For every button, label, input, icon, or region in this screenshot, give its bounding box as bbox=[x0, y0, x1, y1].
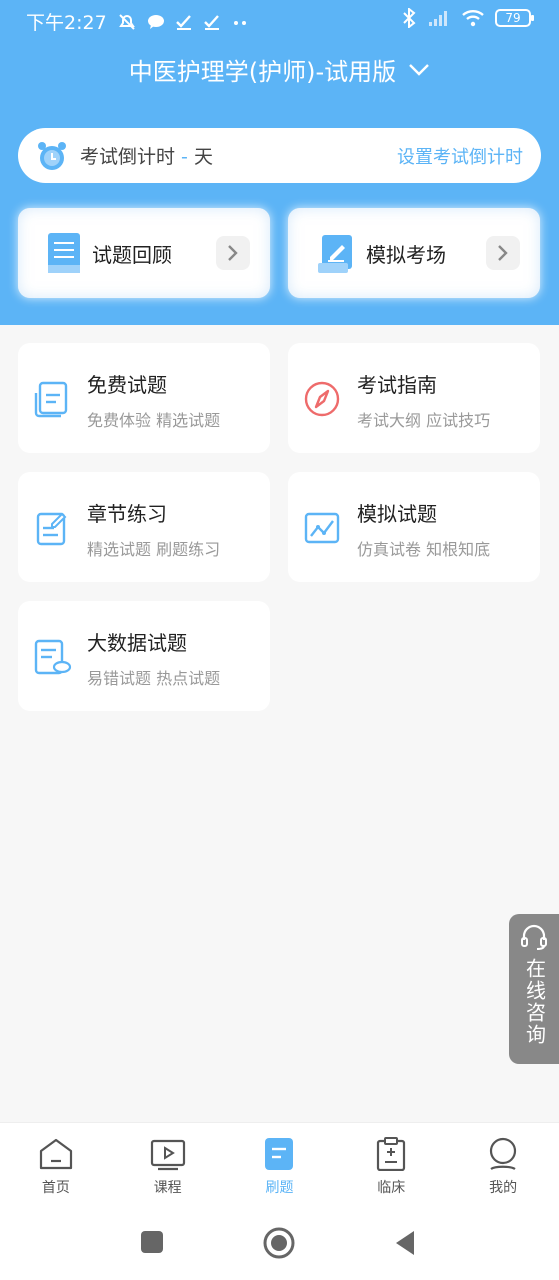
mock-exam-label: 模拟考场 bbox=[366, 242, 446, 267]
home-button-icon[interactable] bbox=[263, 1227, 295, 1259]
nav-courses[interactable]: 课程 bbox=[112, 1123, 224, 1206]
chat-icon bbox=[147, 14, 164, 29]
module-title: 考试指南 bbox=[357, 373, 437, 397]
mute-icon bbox=[118, 13, 135, 30]
module-big-data-questions[interactable]: 大数据试题 易错试题 热点试题 bbox=[18, 601, 270, 711]
module-subtitle: 精选试题 刷题练习 bbox=[87, 540, 221, 559]
review-questions-card[interactable]: 试题回顾 bbox=[18, 208, 270, 298]
video-play-icon bbox=[150, 1139, 185, 1171]
check-icon bbox=[203, 14, 219, 30]
countdown-label: 考试倒计时 - 天 bbox=[80, 142, 213, 169]
data-document-icon bbox=[34, 639, 72, 675]
module-exam-guide[interactable]: 考试指南 考试大纲 应试技巧 bbox=[288, 343, 540, 453]
countdown-text: 考试倒计时 bbox=[80, 146, 176, 168]
nav-profile-label: 我的 bbox=[489, 1180, 518, 1196]
recent-apps-icon[interactable] bbox=[140, 1230, 164, 1254]
countdown-days: - bbox=[175, 146, 194, 168]
module-chapter-practice[interactable]: 章节练习 精选试题 刷题练习 bbox=[18, 472, 270, 582]
module-title: 免费试题 bbox=[87, 373, 167, 397]
module-title: 模拟试题 bbox=[357, 502, 437, 526]
check-icon bbox=[175, 14, 191, 30]
nav-profile[interactable]: 我的 bbox=[447, 1123, 559, 1206]
module-subtitle: 免费体验 精选试题 bbox=[87, 411, 221, 430]
more-dots-icon bbox=[233, 20, 246, 25]
bottom-nav: 首页 课程 刷题 临床 我的 bbox=[0, 1122, 559, 1206]
set-countdown-link[interactable]: 设置考试倒计时 bbox=[397, 143, 523, 169]
wifi-icon bbox=[462, 10, 484, 27]
module-subtitle: 易错试题 热点试题 bbox=[87, 669, 221, 688]
nav-home[interactable]: 首页 bbox=[0, 1123, 112, 1206]
nav-courses-label: 课程 bbox=[153, 1180, 182, 1196]
clipboard-icon bbox=[377, 1137, 406, 1171]
status-bar: 下午2:27 79 bbox=[0, 0, 559, 40]
signal-icon bbox=[429, 11, 447, 26]
exam-countdown-bar: 考试倒计时 - 天 设置考试倒计时 bbox=[18, 128, 541, 183]
nav-practice[interactable]: 刷题 bbox=[224, 1123, 336, 1206]
edit-document-icon bbox=[36, 512, 67, 546]
header: 下午2:27 79 中医护理学(护师)-试用版 考试倒计时 - 天 设置考试倒计… bbox=[0, 0, 559, 325]
nav-clinical-label: 临床 bbox=[377, 1180, 406, 1196]
bluetooth-icon bbox=[403, 8, 416, 28]
back-icon[interactable] bbox=[394, 1230, 416, 1256]
module-subtitle: 仿真试卷 知根知底 bbox=[357, 540, 491, 559]
practice-icon bbox=[265, 1138, 294, 1170]
user-icon bbox=[489, 1137, 517, 1170]
document-icon bbox=[34, 381, 68, 418]
module-subtitle: 考试大纲 应试技巧 bbox=[357, 411, 491, 430]
compass-icon bbox=[304, 381, 340, 417]
system-nav-bar bbox=[0, 1206, 559, 1280]
battery-indicator: 79 bbox=[495, 9, 534, 27]
pen-paper-icon bbox=[318, 235, 352, 273]
review-questions-label: 试题回顾 bbox=[92, 242, 172, 267]
chevron-right-icon bbox=[216, 236, 250, 270]
chevron-down-icon bbox=[409, 63, 430, 76]
module-free-questions[interactable]: 免费试题 免费体验 精选试题 bbox=[18, 343, 270, 453]
document-list-icon bbox=[48, 233, 80, 273]
nav-home-label: 首页 bbox=[41, 1180, 70, 1196]
status-time: 下午2:27 bbox=[26, 12, 107, 34]
nav-practice-label: 刷题 bbox=[265, 1180, 294, 1196]
countdown-unit: 天 bbox=[193, 146, 213, 168]
online-consult-tab[interactable]: 在线咨询 bbox=[509, 914, 559, 1064]
headset-icon bbox=[521, 924, 547, 950]
chevron-right-icon bbox=[486, 236, 520, 270]
mock-exam-card[interactable]: 模拟考场 bbox=[288, 208, 540, 298]
home-icon bbox=[39, 1138, 72, 1170]
page-title: 中医护理学(护师)-试用版 bbox=[128, 58, 397, 86]
module-title: 大数据试题 bbox=[87, 631, 187, 655]
nav-clinical[interactable]: 临床 bbox=[335, 1123, 447, 1206]
alarm-clock-icon bbox=[38, 141, 66, 170]
line-chart-icon bbox=[304, 512, 340, 544]
module-title: 章节练习 bbox=[87, 502, 167, 526]
online-consult-label: 在线咨询 bbox=[522, 958, 547, 1046]
module-mock-questions[interactable]: 模拟试题 仿真试卷 知根知底 bbox=[288, 472, 540, 582]
course-selector[interactable]: 中医护理学(护师)-试用版 bbox=[0, 52, 559, 87]
